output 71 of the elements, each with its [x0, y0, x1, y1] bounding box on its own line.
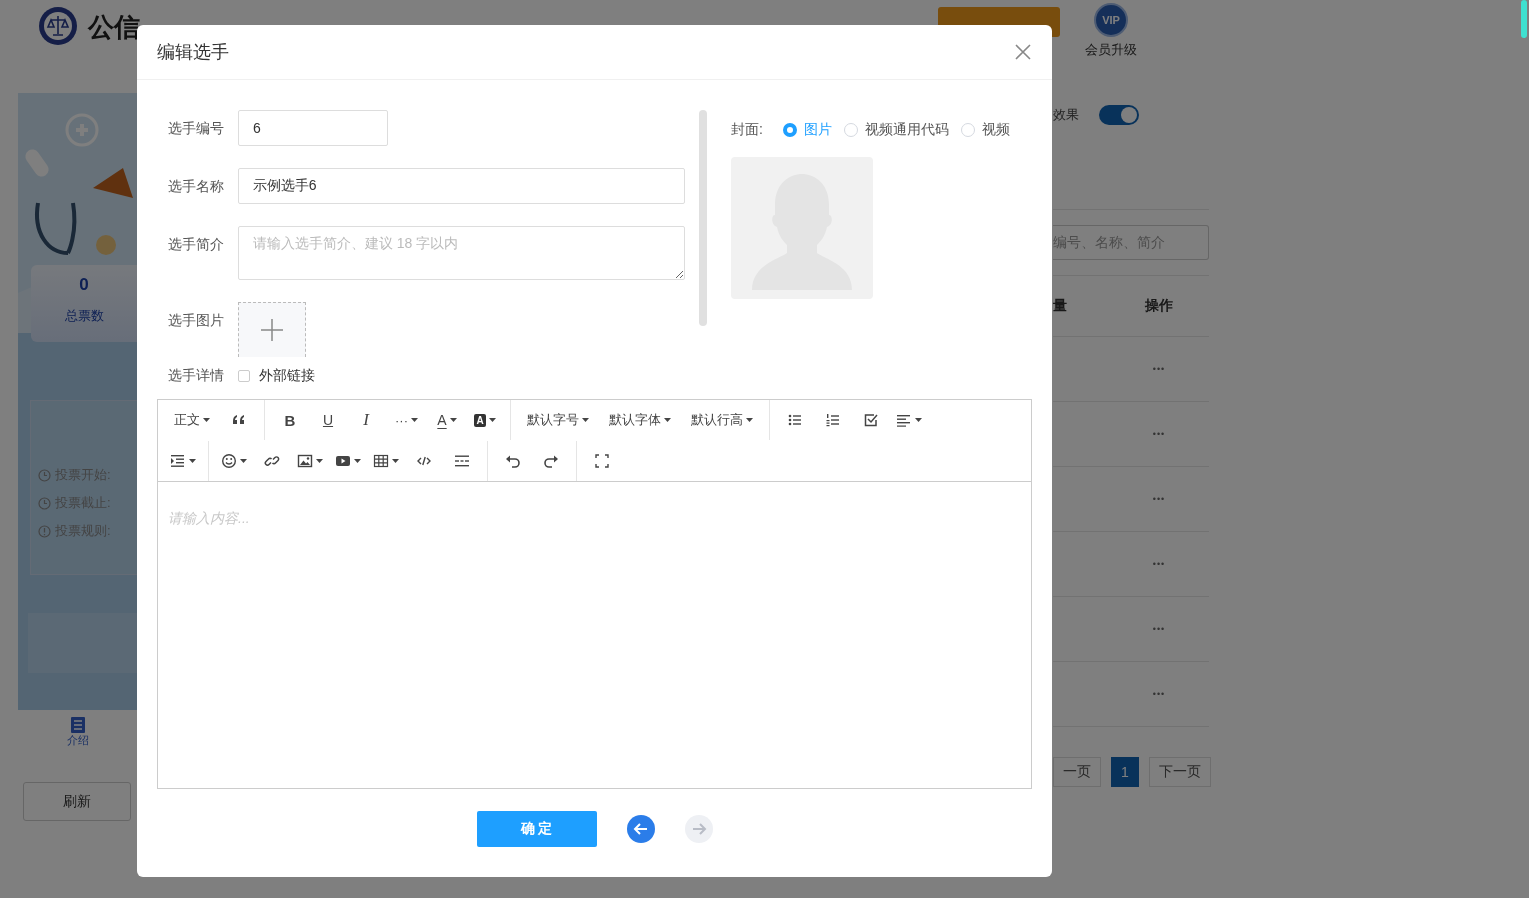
background-color-dropdown[interactable]: A: [466, 405, 504, 435]
dialog-title: 编辑选手: [157, 41, 230, 64]
column-header: 操作: [1144, 297, 1174, 315]
caret-icon: [664, 418, 671, 422]
avatar-placeholder-icon: [731, 157, 873, 299]
caret-icon: [316, 458, 323, 463]
clock-icon: [38, 468, 51, 482]
caret-icon: [449, 418, 457, 422]
back-button[interactable]: [626, 815, 655, 843]
caret-icon: [915, 418, 922, 422]
table-icon: [373, 452, 389, 469]
font-color-dropdown[interactable]: A: [428, 405, 466, 435]
input-field[interactable]: 6: [238, 110, 388, 146]
fullscreen-icon: [594, 452, 610, 469]
field-label: 选手详情: [167, 367, 225, 383]
toggle-label: 效果: [1053, 106, 1079, 124]
alert-icon: [38, 524, 51, 538]
toolbar-dropdown[interactable]: ···: [385, 405, 428, 435]
caret-icon: [488, 418, 496, 422]
arrow-left-icon: [626, 815, 655, 843]
site-logo: 公信: [88, 11, 141, 44]
align-icon: [896, 412, 912, 428]
scrollbar-thumb[interactable]: [699, 110, 707, 326]
input-field[interactable]: 示例选手6: [237, 168, 685, 204]
underline-button[interactable]: U: [309, 405, 347, 435]
column-header: 量: [1053, 297, 1068, 315]
toolbar-dropdown[interactable]: 默认字体: [599, 405, 681, 435]
close-icon: [1014, 43, 1032, 61]
field-label: 选手图片: [167, 311, 225, 330]
field-label: 封面:: [731, 121, 763, 139]
caret-icon: [189, 458, 196, 463]
caret-icon: [354, 458, 361, 463]
caret-icon: [240, 458, 247, 463]
italic-button[interactable]: I: [347, 405, 385, 435]
numbered-list-icon: [825, 412, 841, 428]
field-label: 选手简介: [167, 235, 225, 254]
page-button[interactable]: 一页: [1053, 757, 1101, 787]
refresh-button[interactable]: 刷新: [23, 782, 131, 821]
caret-icon: [411, 418, 418, 422]
radio-option[interactable]: 视频: [960, 121, 1010, 139]
page-button[interactable]: 下一页: [1148, 757, 1211, 787]
document-icon: [70, 717, 85, 733]
checkbox-list-icon: [863, 412, 879, 428]
close-button[interactable]: [1014, 43, 1032, 61]
emblem-icon: [38, 6, 78, 46]
caret-icon: [746, 418, 753, 422]
plus-icon: [260, 318, 284, 342]
background-color-icon: A: [474, 413, 486, 427]
bullet-list-icon: [787, 412, 803, 428]
smiley-icon: [221, 452, 237, 469]
stat-value: 0: [79, 275, 89, 295]
image-icon: [297, 452, 313, 469]
toolbar-dropdown[interactable]: 正文: [164, 405, 220, 435]
bold-button[interactable]: B: [271, 405, 309, 435]
textarea-field[interactable]: 请输入选手简介、建议 18 字以内: [237, 226, 685, 280]
upgrade-link[interactable]: 会员升级: [1085, 41, 1137, 59]
arrow-right-icon: [684, 815, 713, 843]
radio-option[interactable]: 视频通用代码: [843, 121, 949, 139]
caret-icon: [392, 458, 399, 463]
clock-icon: [38, 496, 51, 510]
toolbar-dropdown[interactable]: 默认行高: [681, 405, 763, 435]
checkbox-option[interactable]: 外部链接: [238, 367, 315, 385]
indent-icon: [170, 452, 186, 469]
field-label: 选手编号: [167, 119, 225, 138]
field-label: 选手名称: [167, 177, 225, 196]
caret-icon: [203, 418, 210, 422]
toolbar-dropdown[interactable]: 默认字号: [517, 405, 599, 435]
stat-label: 总票数: [64, 307, 104, 325]
scrollbar-thumb[interactable]: [1521, 0, 1527, 38]
caret-icon: [582, 418, 589, 422]
toggle-switch[interactable]: [1099, 105, 1139, 125]
